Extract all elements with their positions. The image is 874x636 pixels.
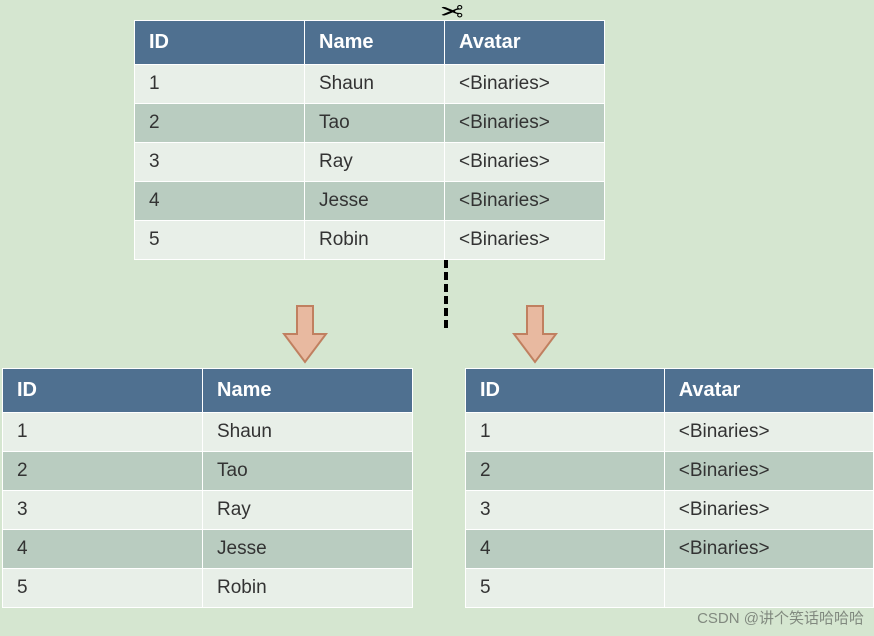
- table-row: 4 Jesse <Binaries>: [135, 182, 605, 221]
- table-row: 5: [466, 569, 874, 608]
- cell-id: 3: [466, 491, 665, 530]
- arrow-down-icon: [510, 304, 560, 364]
- cell-name: Shaun: [203, 413, 413, 452]
- col-header-id: ID: [466, 369, 665, 413]
- cell-name: Robin: [203, 569, 413, 608]
- cell-avatar: <Binaries>: [445, 65, 605, 104]
- cell-name: Ray: [305, 143, 445, 182]
- cell-id: 4: [3, 530, 203, 569]
- cell-id: 2: [466, 452, 665, 491]
- table-row: 2 <Binaries>: [466, 452, 874, 491]
- table-row: 1 Shaun: [3, 413, 413, 452]
- table-row: 5 Robin: [3, 569, 413, 608]
- arrow-down-icon: [280, 304, 330, 364]
- cell-avatar: <Binaries>: [664, 530, 873, 569]
- cell-id: 4: [466, 530, 665, 569]
- col-header-avatar: Avatar: [445, 21, 605, 65]
- cell-id: 2: [3, 452, 203, 491]
- table-header-row: ID Avatar: [466, 369, 874, 413]
- cell-avatar: <Binaries>: [445, 143, 605, 182]
- source-table: ID Name Avatar 1 Shaun <Binaries> 2 Tao …: [134, 20, 605, 260]
- table-row: 2 Tao <Binaries>: [135, 104, 605, 143]
- cell-id: 3: [3, 491, 203, 530]
- cell-avatar: <Binaries>: [445, 182, 605, 221]
- cell-id: 2: [135, 104, 305, 143]
- cell-avatar: <Binaries>: [664, 452, 873, 491]
- table-header-row: ID Name: [3, 369, 413, 413]
- table-row: 3 Ray <Binaries>: [135, 143, 605, 182]
- table-row: 3 <Binaries>: [466, 491, 874, 530]
- col-header-id: ID: [135, 21, 305, 65]
- cell-id: 1: [466, 413, 665, 452]
- table-row: 5 Robin <Binaries>: [135, 221, 605, 260]
- table-row: 1 <Binaries>: [466, 413, 874, 452]
- col-header-id: ID: [3, 369, 203, 413]
- cell-name: Jesse: [305, 182, 445, 221]
- col-header-name: Name: [305, 21, 445, 65]
- cell-avatar: [664, 569, 873, 608]
- table-row: 4 Jesse: [3, 530, 413, 569]
- table-row: 2 Tao: [3, 452, 413, 491]
- cell-name: Shaun: [305, 65, 445, 104]
- cell-id: 1: [135, 65, 305, 104]
- cell-id: 1: [3, 413, 203, 452]
- table-row: 4 <Binaries>: [466, 530, 874, 569]
- cell-name: Jesse: [203, 530, 413, 569]
- watermark-text: CSDN @讲个笑话哈哈哈: [697, 607, 864, 628]
- col-header-name: Name: [203, 369, 413, 413]
- cell-id: 5: [3, 569, 203, 608]
- split-table-left: ID Name 1 Shaun 2 Tao 3 Ray 4 Jesse 5 Ro…: [2, 368, 413, 608]
- cell-id: 3: [135, 143, 305, 182]
- cell-id: 5: [466, 569, 665, 608]
- table-header-row: ID Name Avatar: [135, 21, 605, 65]
- split-table-right: ID Avatar 1 <Binaries> 2 <Binaries> 3 <B…: [465, 368, 874, 608]
- cell-id: 5: [135, 221, 305, 260]
- cell-avatar: <Binaries>: [664, 413, 873, 452]
- cell-name: Robin: [305, 221, 445, 260]
- cell-name: Tao: [305, 104, 445, 143]
- cell-name: Ray: [203, 491, 413, 530]
- cell-avatar: <Binaries>: [445, 221, 605, 260]
- cell-id: 4: [135, 182, 305, 221]
- cell-avatar: <Binaries>: [664, 491, 873, 530]
- cell-name: Tao: [203, 452, 413, 491]
- table-row: 1 Shaun <Binaries>: [135, 65, 605, 104]
- table-row: 3 Ray: [3, 491, 413, 530]
- col-header-avatar: Avatar: [664, 369, 873, 413]
- cell-avatar: <Binaries>: [445, 104, 605, 143]
